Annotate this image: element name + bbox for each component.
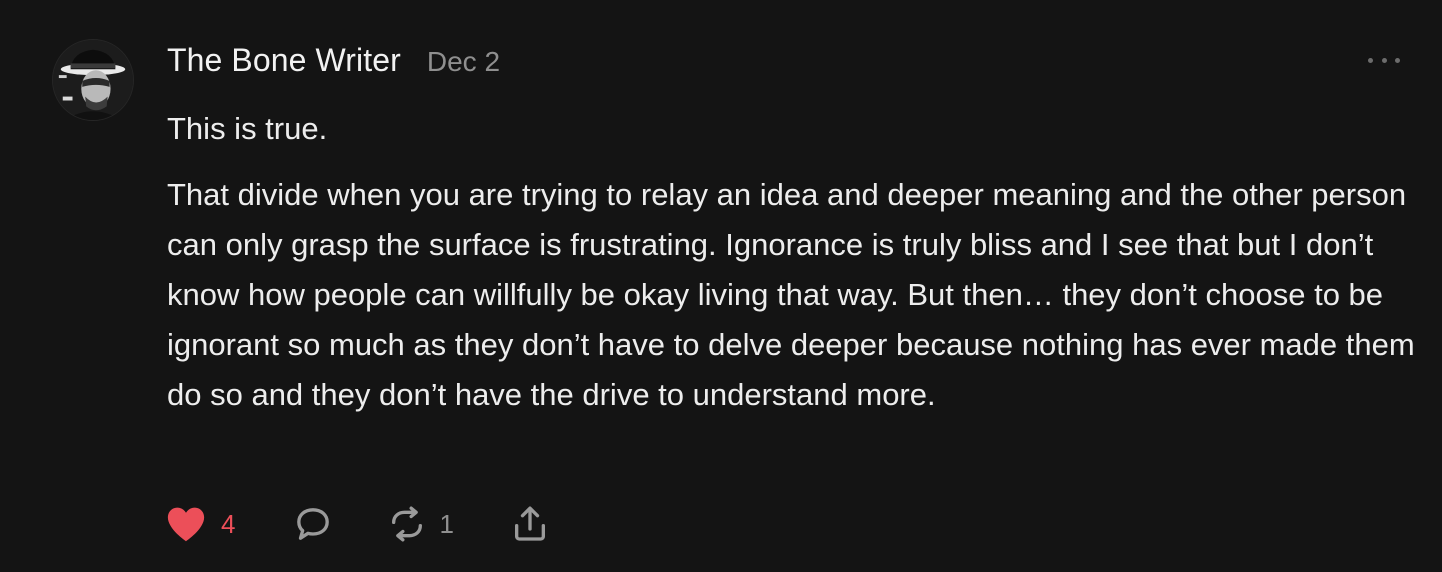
comment-button[interactable] [293, 504, 333, 544]
like-button[interactable]: 4 [165, 505, 235, 543]
share-icon [514, 506, 545, 541]
post-body: This is true. That divide when you are t… [167, 104, 1417, 420]
post-paragraph: That divide when you are trying to relay… [167, 177, 1415, 412]
post-header: The Bone Writer Dec 2 [167, 42, 500, 79]
post-paragraph: This is true. [167, 111, 328, 146]
share-button[interactable] [510, 504, 550, 544]
post-date[interactable]: Dec 2 [427, 46, 500, 78]
more-dot-icon [1395, 57, 1400, 63]
like-count: 4 [221, 508, 236, 539]
comment-icon [297, 508, 330, 540]
more-dot-icon [1368, 57, 1373, 63]
more-dot-icon [1381, 57, 1387, 63]
avatar-image [53, 40, 133, 120]
repost-count: 1 [439, 508, 454, 539]
author-avatar[interactable] [52, 39, 134, 121]
author-name[interactable]: The Bone Writer [167, 42, 401, 79]
repost-button[interactable]: 1 [387, 504, 454, 544]
repost-icon [392, 506, 423, 542]
more-options-button[interactable] [1368, 52, 1400, 68]
heart-icon [167, 507, 205, 542]
post-actions: 4 1 [165, 500, 550, 548]
